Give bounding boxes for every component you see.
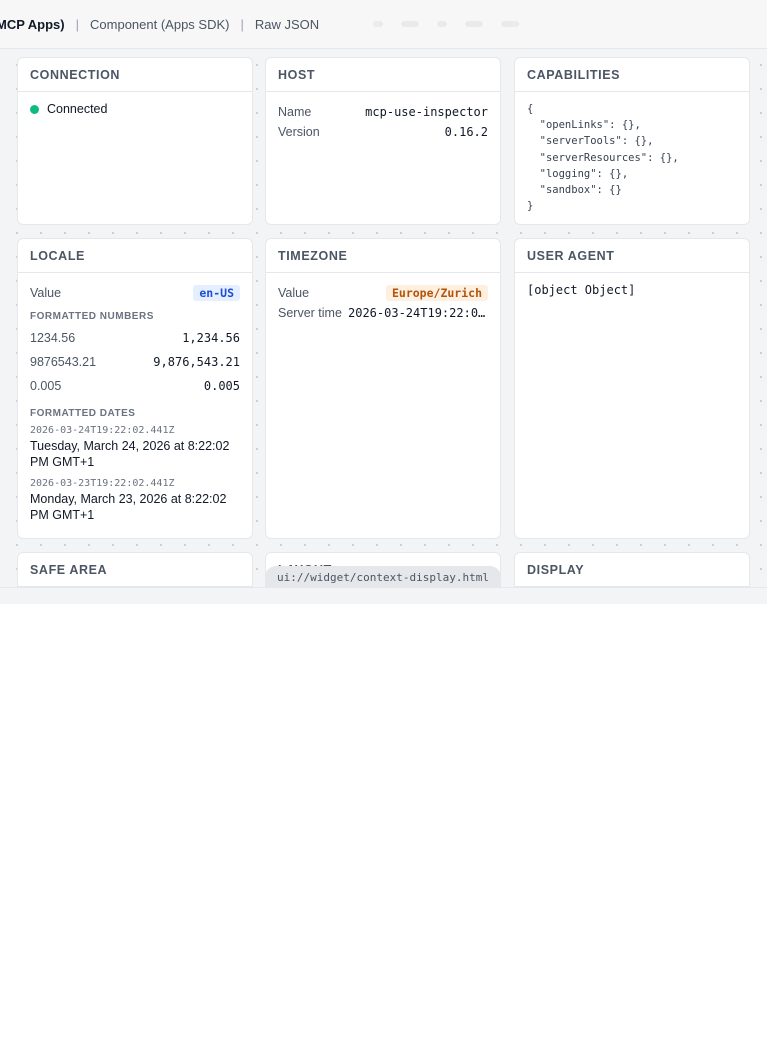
host-name-label: Name — [278, 105, 312, 119]
host-version-value: 0.16.2 — [444, 125, 488, 139]
view-mode-tabs: MCP Apps) | Component (Apps SDK) | Raw J… — [0, 0, 767, 49]
locale-value-row: Value en-US — [30, 283, 240, 303]
connection-status: Connected — [30, 102, 240, 116]
faded-icon — [437, 21, 448, 27]
number-formatted: 1,234.56 — [182, 331, 240, 345]
number-raw: 0.005 — [30, 379, 62, 393]
date-iso: 2026-03-24T19:22:02.441Z — [30, 425, 175, 436]
faded-icon — [501, 21, 520, 27]
tab-separator: | — [75, 16, 80, 32]
timezone-title: TIMEZONE — [266, 239, 500, 273]
connection-card: CONNECTION Connected — [17, 57, 253, 225]
capabilities-title: CAPABILITIES — [515, 58, 749, 92]
host-version-row: Version 0.16.2 — [278, 122, 488, 142]
user-agent-value: [object Object] — [527, 283, 636, 297]
number-row: 0.005 0.005 — [30, 374, 240, 398]
user-agent-title: USER AGENT — [515, 239, 749, 273]
tab-component-apps-sdk[interactable]: Component (Apps SDK) — [88, 17, 231, 32]
locale-title: LOCALE — [18, 239, 252, 273]
faded-icon — [401, 21, 420, 27]
date-formatted: Tuesday, March 24, 2026 at 8:22:02 PM GM… — [30, 439, 230, 469]
server-time-row: Server time 2026-03-24T19:22:02.441Z — [278, 303, 488, 323]
connection-status-text: Connected — [47, 102, 108, 116]
locale-value-label: Value — [30, 286, 62, 300]
host-card: HOST Name mcp-use-inspector Version 0.16… — [265, 57, 501, 225]
capabilities-card: CAPABILITIES { "openLinks": {}, "serverT… — [514, 57, 750, 225]
number-raw: 9876543.21 — [30, 355, 97, 369]
host-title: HOST — [266, 58, 500, 92]
host-name-row: Name mcp-use-inspector — [278, 102, 488, 122]
server-time-value: 2026-03-24T19:22:02.441Z — [348, 306, 488, 320]
timezone-card: TIMEZONE Value Europe/Zurich Server time… — [265, 238, 501, 539]
faded-toolbar — [373, 21, 520, 27]
tab-separator: | — [240, 16, 244, 32]
faded-icon — [465, 21, 484, 27]
safe-area-title: SAFE AREA — [18, 553, 252, 587]
tab-raw-json[interactable]: Raw JSON — [253, 17, 321, 32]
number-row: 9876543.21 9,876,543.21 — [30, 350, 240, 374]
connection-title: CONNECTION — [18, 58, 252, 92]
faded-icon — [373, 21, 384, 27]
locale-card: LOCALE Value en-US FORMATTED NUMBERS 123… — [17, 238, 253, 539]
server-time-label: Server time — [278, 306, 342, 320]
status-dot-icon — [30, 104, 39, 114]
preview-bottom-edge — [0, 587, 767, 604]
date-formatted: Monday, March 23, 2026 at 8:22:02 PM GMT… — [30, 492, 227, 522]
locale-badge: en-US — [193, 285, 240, 301]
capabilities-json: { "openLinks": {}, "serverTools": {}, "s… — [527, 103, 679, 213]
user-agent-card: USER AGENT [object Object] — [514, 238, 750, 539]
number-row: 1234.56 1,234.56 — [30, 326, 240, 350]
timezone-badge: Europe/Zurich — [385, 285, 488, 301]
display-title: DISPLAY — [515, 553, 749, 587]
resource-url-pill[interactable]: ui://widget/context-display.html — [265, 566, 501, 588]
number-raw: 1234.56 — [30, 331, 76, 345]
widget-preview: MCP Apps) | Component (Apps SDK) | Raw J… — [0, 0, 767, 604]
formatted-dates-heading: FORMATTED DATES — [30, 408, 136, 419]
timezone-value-label: Value — [278, 286, 310, 300]
number-formatted: 9,876,543.21 — [153, 355, 240, 369]
host-name-value: mcp-use-inspector — [365, 105, 488, 119]
number-formatted: 0.005 — [203, 379, 240, 393]
formatted-numbers-heading: FORMATTED NUMBERS — [30, 311, 154, 322]
date-iso: 2026-03-23T19:22:02.441Z — [30, 478, 175, 489]
timezone-value-row: Value Europe/Zurich — [278, 283, 488, 303]
tab-mcp-apps[interactable]: MCP Apps) — [0, 17, 67, 32]
host-version-label: Version — [278, 125, 320, 139]
